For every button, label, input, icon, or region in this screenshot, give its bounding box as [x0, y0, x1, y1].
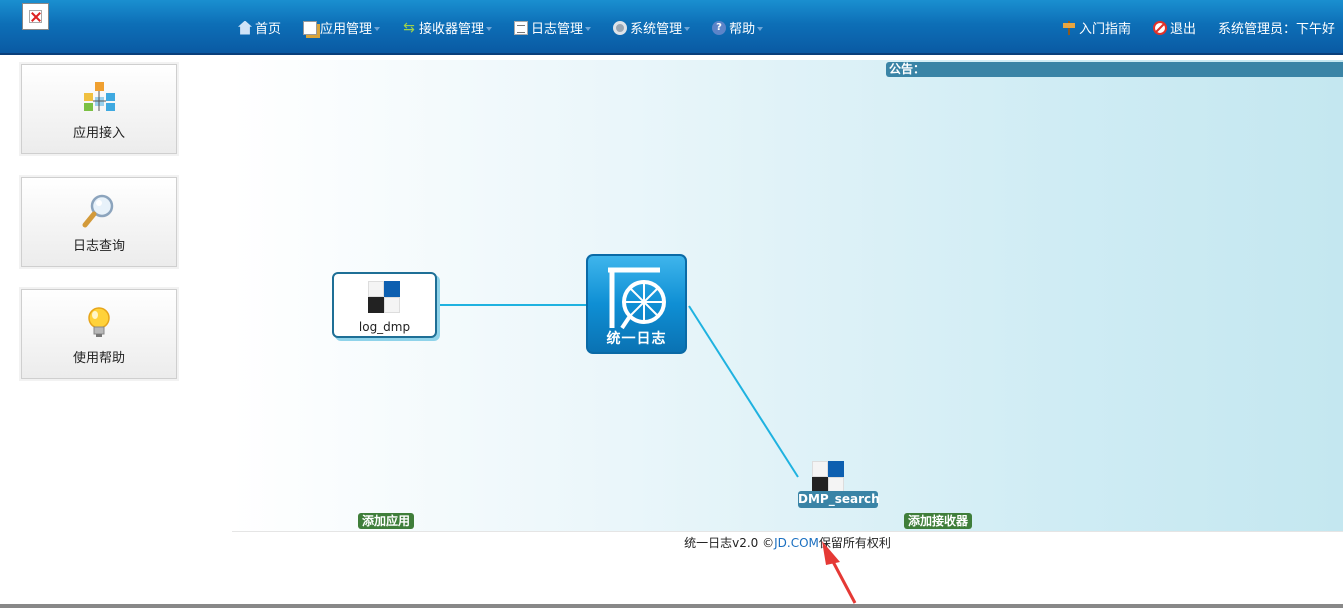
receiver-node-icon: [812, 461, 844, 493]
sidebar-item-label: 应用接入: [72, 126, 125, 141]
user-menu: 入门指南 退出 系统管理员：下午好: [1062, 18, 1335, 37]
footer: 统一日志v2.0 ©JD.COM保留所有权利: [232, 531, 1343, 553]
menu-help[interactable]: ? 帮助: [712, 18, 764, 37]
menu-app-management[interactable]: 应用管理: [303, 18, 381, 37]
help-icon: ?: [712, 20, 727, 35]
gear-icon: [613, 20, 628, 35]
add-receiver-button[interactable]: 添加接收器: [904, 513, 973, 529]
menu-home[interactable]: 首页: [238, 18, 281, 37]
app-node-icon: [368, 281, 400, 313]
chevron-down-icon: [374, 26, 381, 31]
receiver-node-label: DMP_search: [798, 491, 880, 508]
sidebar-item-help[interactable]: 使用帮助: [21, 289, 177, 379]
sidebar-item-label: 使用帮助: [72, 351, 125, 366]
unified-log-logo-icon: [608, 267, 666, 330]
menu-receiver-management-label: 接收器管理: [419, 22, 485, 37]
receiver-icon: ⇆: [403, 19, 415, 36]
main-menu: 首页 应用管理 ⇆ 接收器管理 日志管理 系统管理 ? 帮助: [238, 18, 785, 37]
app-node-label: log_dmp: [358, 320, 411, 334]
sidebar-item-app-access[interactable]: 应用接入: [21, 64, 177, 154]
app-icon: [303, 20, 318, 35]
document-icon: [514, 20, 529, 35]
logout-label: 退出: [1170, 22, 1197, 37]
menu-log-management[interactable]: 日志管理: [514, 18, 592, 37]
bottom-border: [0, 604, 1343, 608]
footer-prefix: 统一日志v2.0 ©: [684, 536, 775, 550]
menu-log-management-label: 日志管理: [531, 22, 584, 37]
home-icon: [238, 20, 252, 35]
sidebar-item-label: 日志查询: [72, 239, 125, 254]
logout-icon: [1153, 20, 1168, 35]
broken-logo-icon: [22, 3, 49, 30]
footer-suffix: 保留所有权利: [818, 536, 891, 550]
receiver-node-dmp-search[interactable]: DMP_search: [798, 461, 880, 509]
app-access-icon: [84, 82, 115, 111]
chevron-down-icon: [684, 26, 691, 31]
menu-home-label: 首页: [255, 22, 282, 37]
menu-app-management-label: 应用管理: [320, 22, 373, 37]
guide-label: 入门指南: [1079, 22, 1132, 37]
guide-link[interactable]: 入门指南: [1062, 18, 1131, 37]
arrow-shaft: [828, 555, 857, 604]
top-nav-bar: 首页 应用管理 ⇆ 接收器管理 日志管理 系统管理 ? 帮助 入门指南 退出 系…: [0, 0, 1343, 55]
admin-greeting: 系统管理员：下午好: [1218, 22, 1336, 37]
menu-receiver-management[interactable]: ⇆ 接收器管理: [402, 18, 493, 37]
chevron-down-icon: [585, 26, 592, 31]
hub-label: 统一日志: [606, 331, 667, 347]
logout-link[interactable]: 退出: [1153, 18, 1196, 37]
chevron-down-icon: [486, 26, 493, 31]
add-app-button[interactable]: 添加应用: [358, 513, 415, 529]
notice-bar: 公告：: [886, 62, 1343, 77]
app-node-log-dmp[interactable]: log_dmp: [332, 272, 437, 338]
sidebar-item-log-query[interactable]: 日志查询: [21, 177, 177, 267]
menu-help-label: 帮助: [729, 22, 756, 37]
signpost-icon: [1062, 20, 1076, 35]
unified-log-hub[interactable]: 统一日志: [586, 254, 687, 354]
menu-system-management-label: 系统管理: [630, 22, 683, 37]
magnifier-icon: [82, 194, 114, 228]
lightbulb-icon: [88, 307, 110, 337]
footer-link-jd[interactable]: JD.COM: [774, 536, 819, 550]
chevron-down-icon: [757, 26, 764, 31]
menu-system-management[interactable]: 系统管理: [613, 18, 691, 37]
